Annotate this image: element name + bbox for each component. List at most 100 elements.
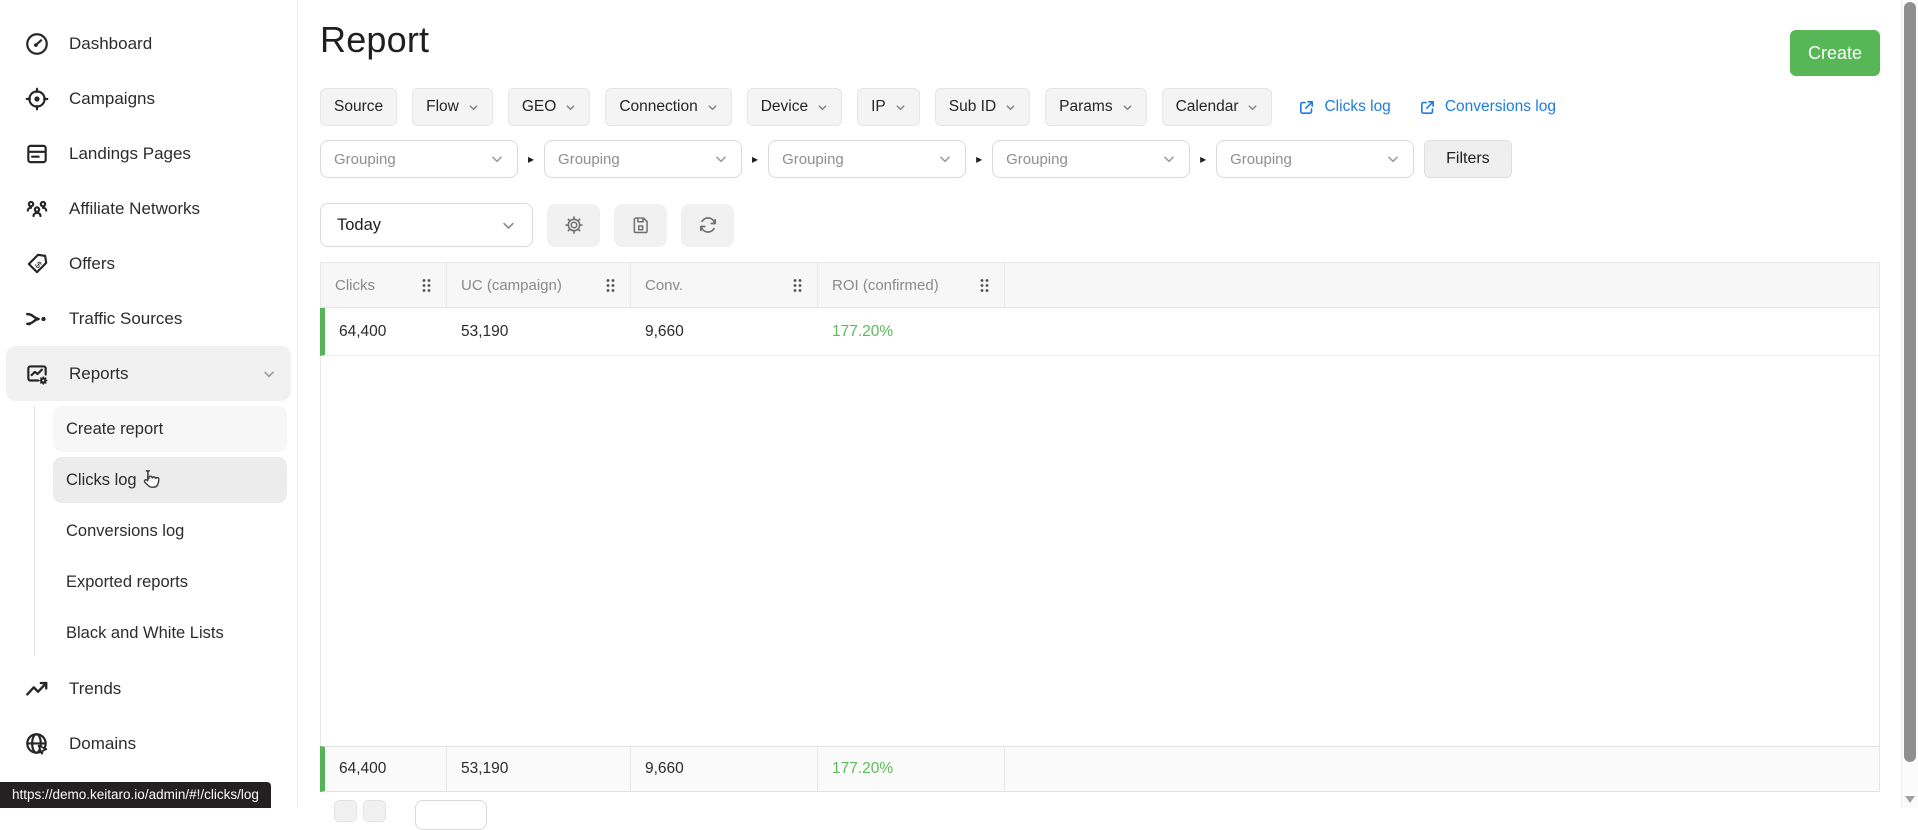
filter-chip-flow[interactable]: Flow xyxy=(412,88,493,127)
pagination-prev-button[interactable] xyxy=(334,800,357,823)
scrollbar-thumb[interactable] xyxy=(1904,2,1916,762)
page-size-select[interactable] xyxy=(415,800,487,830)
drag-handle-icon[interactable] xyxy=(979,278,990,293)
table-row[interactable]: 64,400 53,190 9,660 177.20% xyxy=(320,308,1880,357)
filter-chip-calendar[interactable]: Calendar xyxy=(1161,88,1273,127)
grouping-placeholder: Grouping xyxy=(334,150,396,168)
chevron-down-icon xyxy=(817,102,828,113)
column-header-conv[interactable]: Conv. xyxy=(631,263,818,308)
sidebar-subitem-exported-reports[interactable]: Exported reports xyxy=(53,559,287,605)
page-title: Report xyxy=(320,19,430,60)
sidebar-item-label: Reports xyxy=(69,363,129,383)
column-header-clicks[interactable]: Clicks xyxy=(321,263,447,308)
chevron-down-icon xyxy=(1122,102,1133,113)
chevron-down-icon xyxy=(938,152,952,166)
external-link-icon xyxy=(1419,99,1436,116)
hand-cursor-icon xyxy=(138,468,164,494)
create-button[interactable]: Create xyxy=(1790,30,1880,76)
pagination-row xyxy=(334,800,1880,830)
date-range-select[interactable]: Today xyxy=(320,203,533,248)
total-filler xyxy=(1005,747,1879,791)
grouping-select-4[interactable]: Grouping xyxy=(992,140,1191,179)
pagination-next-button[interactable] xyxy=(363,800,386,823)
sidebar-item-trends[interactable]: Trends xyxy=(6,661,291,716)
grouping-placeholder: Grouping xyxy=(1006,150,1068,168)
column-header-filler xyxy=(1005,263,1879,307)
drag-handle-icon[interactable] xyxy=(605,278,616,293)
reports-icon xyxy=(24,361,50,387)
column-label: Conv. xyxy=(645,276,684,294)
total-clicks: 64,400 xyxy=(325,747,447,792)
trends-icon xyxy=(24,676,50,702)
sidebar-item-domains[interactable]: Domains xyxy=(6,716,291,771)
save-report-button[interactable] xyxy=(614,203,667,247)
toolbar-row: Today xyxy=(320,203,1901,248)
column-label: ROI (confirmed) xyxy=(832,276,939,294)
conversions-log-link[interactable]: Conversions log xyxy=(1419,98,1556,116)
sidebar-item-label: Dashboard xyxy=(69,33,153,53)
sidebar-item-affiliate-networks[interactable]: Affiliate Networks xyxy=(6,181,291,236)
traffic-sources-icon xyxy=(24,306,50,332)
grouping-placeholder: Grouping xyxy=(782,150,844,168)
filter-chip-geo[interactable]: GEO xyxy=(507,88,591,127)
filter-chip-source[interactable]: Source xyxy=(320,88,398,127)
sidebar-subitem-create-report[interactable]: Create report xyxy=(53,406,287,452)
domains-icon xyxy=(24,731,50,757)
column-header-uc-campaign[interactable]: UC (campaign) xyxy=(447,263,631,308)
gear-icon xyxy=(563,214,585,236)
report-table: Clicks UC (campaign) Conv. ROI (confirme… xyxy=(320,262,1880,830)
filter-chips-row: Source Flow GEO Connection Device IP Sub… xyxy=(320,88,1901,127)
total-conv: 9,660 xyxy=(631,747,818,792)
drag-handle-icon[interactable] xyxy=(421,278,432,293)
grouping-placeholder: Grouping xyxy=(558,150,620,168)
refresh-button[interactable] xyxy=(681,203,734,247)
chip-label: Device xyxy=(760,98,809,116)
chevron-down-icon xyxy=(490,152,504,166)
filter-chip-device[interactable]: Device xyxy=(746,88,843,127)
sidebar-item-landings-pages[interactable]: Landings Pages xyxy=(6,126,291,181)
drag-handle-icon[interactable] xyxy=(792,278,803,293)
filter-chip-params[interactable]: Params xyxy=(1045,88,1147,127)
grouping-separator: ▸ xyxy=(1200,152,1207,167)
column-header-roi-confirmed[interactable]: ROI (confirmed) xyxy=(818,263,1005,308)
sidebar-item-label: Traffic Sources xyxy=(69,308,183,328)
clicks-log-link[interactable]: Clicks log xyxy=(1298,98,1391,116)
sidebar-item-campaigns[interactable]: Campaigns xyxy=(6,71,291,126)
column-label: Clicks xyxy=(335,276,375,294)
sidebar-item-dashboard[interactable]: Dashboard xyxy=(6,16,291,71)
sidebar-item-offers[interactable]: $ Offers xyxy=(6,236,291,291)
cell-roi-confirmed: 177.20% xyxy=(832,322,894,340)
sidebar-item-traffic-sources[interactable]: Traffic Sources xyxy=(6,291,291,346)
grouping-select-5[interactable]: Grouping xyxy=(1216,140,1415,179)
filters-button[interactable]: Filters xyxy=(1424,140,1512,179)
save-icon xyxy=(630,215,651,236)
chevron-down-icon xyxy=(468,102,479,113)
sidebar-item-reports[interactable]: Reports xyxy=(6,346,291,401)
sidebar-subitem-black-and-white-lists[interactable]: Black and White Lists xyxy=(53,610,287,656)
chevron-down-icon xyxy=(501,218,516,233)
chip-label: GEO xyxy=(521,98,557,116)
sidebar-item-label: Landings Pages xyxy=(69,143,191,163)
chip-label: Flow xyxy=(426,98,459,116)
settings-button[interactable] xyxy=(547,203,600,247)
sidebar-subitem-clicks-log[interactable]: Clicks log xyxy=(53,457,287,503)
dashboard-icon xyxy=(24,31,50,57)
filter-chip-connection[interactable]: Connection xyxy=(605,88,732,127)
sidebar: Dashboard Campaigns Landings Pages Affil… xyxy=(0,0,298,808)
status-bar-url: https://demo.keitaro.io/admin/#!/clicks/… xyxy=(0,782,271,808)
chip-label: IP xyxy=(871,98,886,116)
scrollbar-down-arrow-icon[interactable] xyxy=(1905,796,1915,803)
sidebar-subitem-conversions-log[interactable]: Conversions log xyxy=(53,508,287,554)
grouping-select-3[interactable]: Grouping xyxy=(768,140,967,179)
grouping-separator: ▸ xyxy=(976,152,983,167)
filter-chip-ip[interactable]: IP xyxy=(857,88,920,127)
grouping-select-2[interactable]: Grouping xyxy=(544,140,743,179)
subitem-label: Clicks log xyxy=(66,470,137,489)
filter-chip-sub-id[interactable]: Sub ID xyxy=(934,88,1031,127)
vertical-scrollbar[interactable] xyxy=(1901,0,1918,808)
chip-label: Params xyxy=(1059,98,1113,116)
grouping-select-1[interactable]: Grouping xyxy=(320,140,518,179)
total-roi-confirmed: 177.20% xyxy=(818,747,1005,792)
chevron-down-icon xyxy=(707,102,718,113)
sidebar-item-label: Campaigns xyxy=(69,88,155,108)
